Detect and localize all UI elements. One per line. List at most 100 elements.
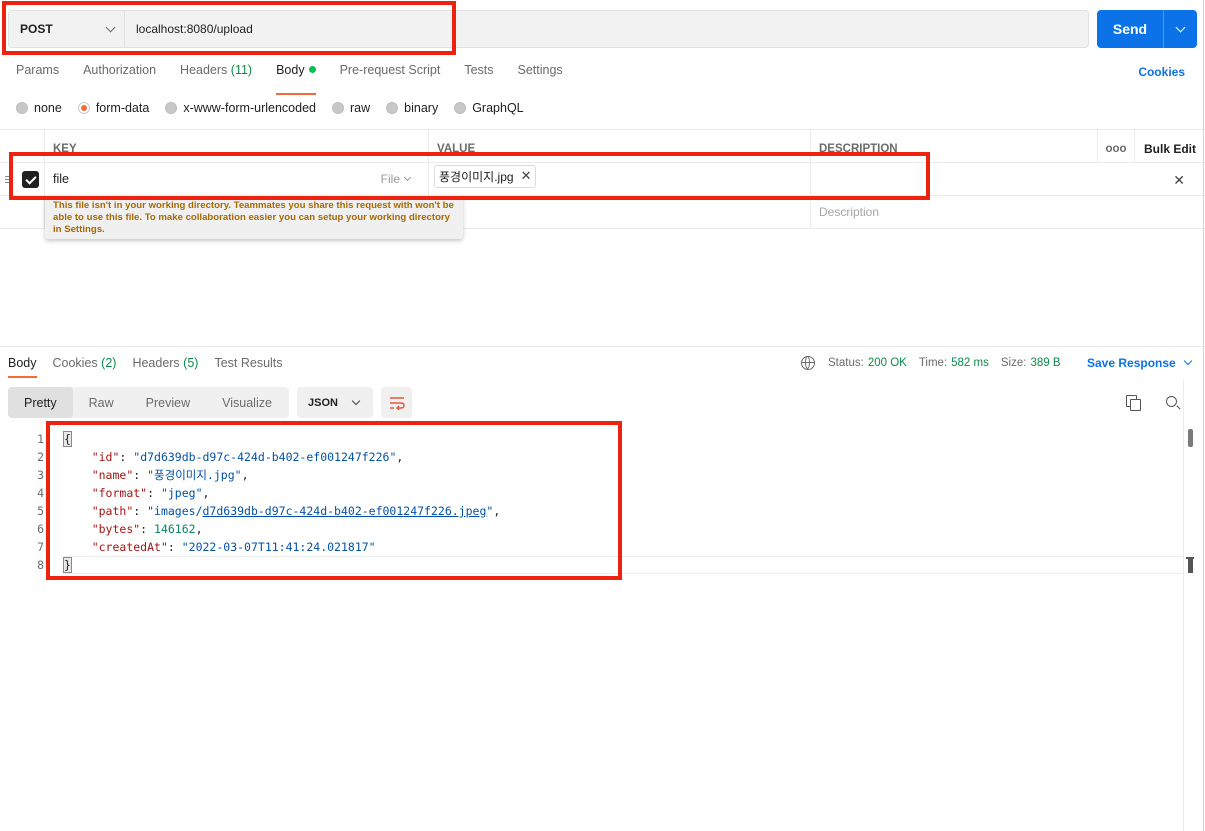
- key-value: file: [53, 172, 69, 186]
- drag-handle-icon[interactable]: [5, 176, 12, 183]
- radio-button-selected: [77, 102, 90, 114]
- editor-right-border: [1183, 380, 1184, 831]
- view-preview[interactable]: Preview: [130, 387, 206, 418]
- send-button[interactable]: Send: [1097, 10, 1163, 48]
- line-number: 3: [37, 468, 44, 482]
- radio-button: [165, 102, 178, 114]
- cookies-count: (2): [101, 356, 117, 370]
- value-cell-empty[interactable]: e: [428, 196, 810, 228]
- size-label: Size:: [1000, 357, 1027, 369]
- response-json-body[interactable]: { "id": "d7d639db-d97c-424d-b402-ef00124…: [63, 430, 500, 574]
- body-indicator-dot: [308, 66, 316, 73]
- view-visualize[interactable]: Visualize: [206, 387, 288, 418]
- radio-label: form-data: [95, 101, 150, 115]
- headers-count: (5): [183, 356, 199, 370]
- scrollbar-thumb[interactable]: [1188, 429, 1193, 447]
- working-directory-warning-tooltip: This file isn't in your working director…: [45, 195, 463, 239]
- response-tabs: Body Cookies (2) Headers (5) Test Result…: [8, 356, 283, 378]
- radio-button: [454, 102, 467, 114]
- chevron-down-icon: [351, 396, 361, 405]
- radio-form-data[interactable]: form-data: [77, 101, 150, 115]
- line-numbers: 1 2 3 4 5 6 7 8: [0, 430, 45, 574]
- save-response-button[interactable]: Save Response: [1087, 356, 1192, 370]
- send-button-group: Send: [1097, 10, 1197, 48]
- column-header-key: KEY: [44, 130, 428, 162]
- radio-raw[interactable]: raw: [332, 101, 370, 115]
- wrap-lines-button[interactable]: [381, 387, 412, 418]
- request-tabs: Params Authorization Headers (11) Body P…: [16, 63, 563, 95]
- size-value[interactable]: 389 B: [1030, 357, 1060, 369]
- request-bar: POST: [8, 10, 1089, 48]
- close-brace: }: [63, 557, 72, 573]
- description-cell[interactable]: [810, 163, 1097, 195]
- tab-headers[interactable]: Headers (11): [180, 63, 252, 87]
- chevron-down-icon: [1183, 356, 1192, 366]
- radio-button: [16, 102, 28, 114]
- tab-headers-label: Headers: [180, 63, 228, 77]
- json-value: "jpeg": [160, 486, 203, 500]
- method-label: POST: [20, 22, 53, 36]
- status-value[interactable]: 200 OK: [868, 357, 907, 369]
- json-value: "images/d7d639db-d97c-424d-b402-ef001247…: [147, 504, 493, 518]
- json-key: "name": [91, 468, 134, 482]
- copy-icon[interactable]: [1126, 395, 1141, 411]
- window-right-edge: [1203, 0, 1204, 831]
- cookies-link[interactable]: Cookies: [1138, 65, 1185, 79]
- radio-button: [332, 102, 344, 114]
- more-options-icon[interactable]: ooo: [1097, 130, 1134, 162]
- tab-authorization[interactable]: Authorization: [83, 63, 156, 87]
- radio-label: GraphQL: [472, 101, 524, 115]
- file-name: 풍경이미지.jpg: [439, 169, 514, 184]
- tab-settings[interactable]: Settings: [518, 63, 563, 87]
- url-input[interactable]: [125, 11, 1088, 47]
- view-pretty[interactable]: Pretty: [8, 387, 73, 418]
- view-raw[interactable]: Raw: [73, 387, 130, 418]
- key-cell[interactable]: file File: [44, 163, 428, 195]
- description-cell-empty[interactable]: Description: [810, 196, 1097, 228]
- key-type-select[interactable]: File: [381, 172, 412, 186]
- tab-prerequest-script[interactable]: Pre-request Script: [340, 63, 441, 87]
- json-key: "id": [91, 450, 120, 464]
- json-value: 146162: [154, 522, 196, 536]
- radio-binary[interactable]: binary: [386, 101, 438, 115]
- open-brace: {: [63, 431, 72, 447]
- radio-urlencoded[interactable]: x-www-form-urlencoded: [165, 101, 316, 115]
- send-options-button[interactable]: [1163, 10, 1197, 48]
- radio-graphql[interactable]: GraphQL: [454, 101, 524, 115]
- tab-body[interactable]: Body: [276, 63, 316, 95]
- line-number: 6: [37, 522, 44, 536]
- json-value: "풍경이미지.jpg": [147, 468, 242, 482]
- wrap-lines-icon: [389, 396, 405, 410]
- radio-label: binary: [404, 101, 439, 115]
- bulk-edit-button[interactable]: Bulk Edit: [1134, 130, 1205, 162]
- response-tab-cookies[interactable]: Cookies (2): [53, 356, 117, 370]
- save-response-label: Save Response: [1087, 356, 1176, 370]
- response-tab-test-results[interactable]: Test Results: [214, 356, 282, 370]
- chevron-down-icon: [105, 22, 116, 32]
- path-link[interactable]: d7d639db-d97c-424d-b402-ef001247f226.jpe…: [203, 504, 487, 518]
- time-label: Time:: [918, 357, 948, 369]
- line-number: 8: [37, 558, 44, 572]
- tab-params[interactable]: Params: [16, 63, 59, 87]
- response-tab-headers[interactable]: Headers (5): [132, 356, 198, 370]
- search-icon[interactable]: [1166, 396, 1177, 407]
- value-cell[interactable]: 풍경이미지.jpg ✕: [428, 163, 810, 195]
- response-meta: Status: 200 OK Time: 582 ms Size: 389 B: [801, 356, 1073, 370]
- delete-row-icon[interactable]: ✕: [1173, 172, 1185, 189]
- response-tab-body[interactable]: Body: [8, 356, 37, 378]
- format-label: JSON: [308, 396, 338, 409]
- format-select[interactable]: JSON: [297, 387, 373, 418]
- cookies-label: Cookies: [52, 356, 98, 370]
- line-number: 1: [37, 432, 44, 446]
- tab-tests[interactable]: Tests: [464, 63, 493, 87]
- globe-icon[interactable]: [801, 356, 815, 370]
- radio-none[interactable]: none: [16, 101, 62, 115]
- path-prefix: "images/: [147, 504, 203, 518]
- row-checkbox[interactable]: [22, 171, 39, 188]
- time-value[interactable]: 582 ms: [951, 357, 989, 369]
- line-number: 5: [37, 504, 44, 518]
- file-chip: 풍경이미지.jpg ✕: [434, 164, 537, 188]
- chevron-down-icon: [403, 173, 412, 181]
- method-select[interactable]: POST: [9, 11, 125, 47]
- remove-file-icon[interactable]: ✕: [521, 168, 532, 184]
